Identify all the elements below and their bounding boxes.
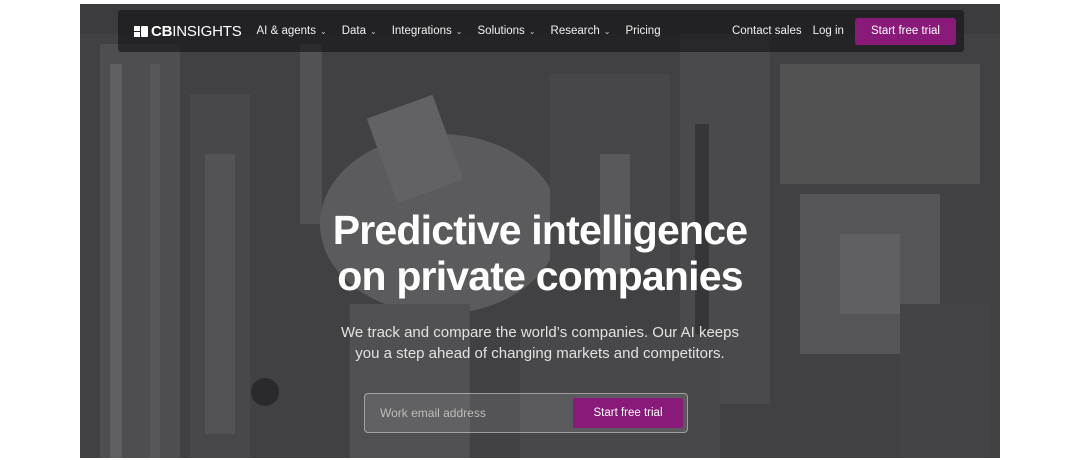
- nav-item-label: Research: [550, 25, 600, 37]
- nav-item-label: Pricing: [625, 25, 661, 37]
- chevron-down-icon: ⌄: [319, 26, 327, 36]
- work-email-input[interactable]: [365, 393, 573, 433]
- nav-item-integrations[interactable]: Integrations ⌄: [392, 25, 463, 37]
- start-free-trial-button[interactable]: Start free trial: [854, 17, 956, 45]
- hero-subtitle: We track and compare the world’s compani…: [325, 322, 755, 364]
- nav-item-ai-agents[interactable]: AI & agents ⌄: [257, 25, 327, 37]
- main-menu: AI & agents ⌄ Data ⌄ Integrations ⌄ Solu…: [257, 25, 676, 37]
- signup-form: Start free trial: [364, 393, 688, 433]
- contact-sales-link[interactable]: Contact sales: [732, 25, 802, 37]
- chevron-down-icon: ⌄: [528, 26, 536, 36]
- logo[interactable]: CBINSIGHTS: [134, 23, 242, 40]
- brand-name: CBINSIGHTS: [151, 22, 242, 40]
- nav-item-label: AI & agents: [256, 25, 316, 37]
- hero-title-line-1: Predictive intelligence: [332, 207, 748, 253]
- nav-item-label: Data: [341, 25, 366, 37]
- nav-item-data[interactable]: Data ⌄: [342, 25, 377, 37]
- top-navigation: CBINSIGHTS AI & agents ⌄ Data ⌄ Integrat…: [118, 10, 964, 52]
- form-start-free-trial-button[interactable]: Start free trial: [573, 398, 683, 428]
- login-link[interactable]: Log in: [813, 25, 844, 37]
- chevron-down-icon: ⌄: [455, 26, 463, 36]
- nav-item-label: Solutions: [477, 25, 525, 37]
- hero-subtitle-line-2: you a step ahead of changing markets and…: [355, 345, 725, 362]
- hero-section: CBINSIGHTS AI & agents ⌄ Data ⌄ Integrat…: [80, 4, 1000, 458]
- hero-title-line-2: on private companies: [337, 253, 743, 299]
- nav-item-research[interactable]: Research ⌄: [551, 25, 611, 37]
- hero-content: Predictive intelligence on private compa…: [80, 207, 1000, 364]
- chevron-down-icon: ⌄: [603, 26, 611, 36]
- cb-insights-logo-icon: [134, 25, 148, 37]
- nav-item-pricing[interactable]: Pricing: [625, 25, 660, 37]
- nav-item-solutions[interactable]: Solutions ⌄: [478, 25, 536, 37]
- hero-title: Predictive intelligence on private compa…: [80, 207, 1000, 299]
- nav-actions: Contact sales Log in Start free trial: [732, 17, 964, 45]
- hero-subtitle-line-1: We track and compare the world’s compani…: [341, 324, 739, 341]
- chevron-down-icon: ⌄: [369, 26, 377, 36]
- nav-item-label: Integrations: [391, 25, 452, 37]
